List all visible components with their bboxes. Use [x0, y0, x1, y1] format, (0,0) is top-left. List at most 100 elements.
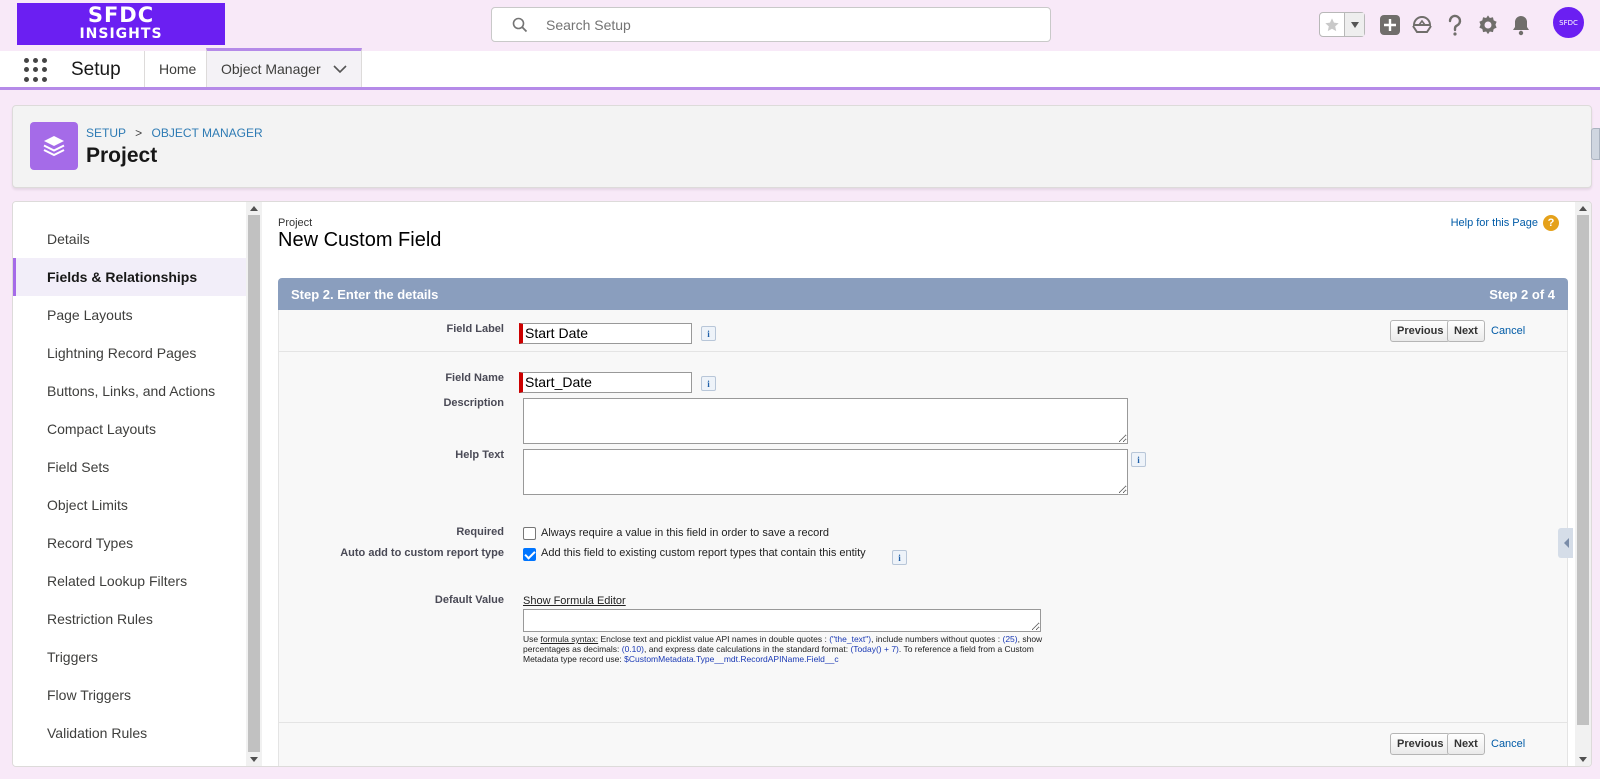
search-box[interactable] [491, 7, 1051, 42]
breadcrumb-separator: > [135, 126, 143, 140]
sidebar-item-lightning-record-pages[interactable]: Lightning Record Pages [13, 334, 246, 372]
bottom-button-row: Previous Next Cancel [279, 722, 1567, 766]
help-for-page-link[interactable]: Help for this Page ? [1451, 215, 1559, 231]
hint-example: ("the_text") [829, 634, 872, 644]
favorites-dropdown-icon[interactable] [1345, 13, 1364, 36]
previous-button[interactable]: Previous [1390, 320, 1451, 342]
setup-gear-icon[interactable] [1476, 13, 1500, 37]
tab-home-label: Home [159, 61, 197, 77]
hint-example: $CustomMetadata.Type__mdt.RecordAPIName.… [624, 654, 839, 664]
field-name-input[interactable]: Start_Date [519, 372, 692, 393]
logo-line-2: INSIGHTS [79, 26, 163, 42]
tab-home[interactable]: Home [144, 51, 210, 87]
sidebar-item-label: Record Types [47, 535, 134, 551]
hint-example: (Today() + 7) [850, 644, 899, 654]
sidebar-item-object-limits[interactable]: Object Limits [13, 486, 246, 524]
chevron-down-icon[interactable] [333, 61, 347, 77]
scroll-up-arrow-icon[interactable] [250, 206, 258, 211]
hint-example: (25) [1002, 634, 1018, 644]
breadcrumb: SETUP > OBJECT MANAGER [86, 126, 263, 140]
hint-text: , include numbers without quotes : [871, 634, 1003, 644]
search-icon [512, 17, 528, 38]
sidebar-item-related-lookup-filters[interactable]: Related Lookup Filters [13, 562, 246, 600]
sidebar-item-label: Restriction Rules [47, 611, 153, 627]
sidebar-item-fields-relationships[interactable]: Fields & Relationships [13, 258, 246, 296]
required-checkbox-text: Always require a value in this field in … [541, 527, 829, 539]
scrollbar-thumb[interactable] [1577, 215, 1589, 725]
next-button[interactable]: Next [1447, 320, 1485, 342]
breadcrumb-setup[interactable]: SETUP [86, 126, 126, 140]
description-textarea[interactable] [523, 398, 1128, 444]
scrollbar-thumb[interactable] [248, 215, 260, 752]
field-label-info-icon[interactable]: i [701, 326, 716, 341]
scroll-down-arrow-icon[interactable] [250, 757, 258, 762]
global-header: SFDC INSIGHTS SFDC [0, 0, 1600, 51]
show-formula-editor-link[interactable]: Show Formula Editor [523, 595, 626, 607]
scroll-up-arrow-icon[interactable] [1579, 206, 1587, 211]
content-frame: Project New Custom Field Help for this P… [263, 202, 1575, 766]
help-text-textarea[interactable] [523, 449, 1128, 495]
sidebar-item-flow-triggers[interactable]: Flow Triggers [13, 676, 246, 714]
required-checkbox[interactable] [523, 527, 536, 540]
field-name-info-icon[interactable]: i [701, 376, 716, 391]
notifications-bell-icon[interactable] [1509, 13, 1533, 37]
object-title: Project [86, 144, 158, 167]
sidebar-item-label: Object Limits [47, 497, 128, 513]
previous-button-bottom[interactable]: Previous [1390, 733, 1451, 755]
next-button-bottom[interactable]: Next [1447, 733, 1485, 755]
sidebar-item-details[interactable]: Details [13, 220, 246, 258]
sidebar-item-validation-rules[interactable]: Validation Rules [13, 714, 246, 752]
sidebar-item-label: Lightning Record Pages [47, 345, 197, 361]
global-create-icon[interactable] [1378, 13, 1402, 37]
help-text-label: Help Text [455, 449, 504, 461]
hint-text: , and express date calculations in the s… [643, 644, 851, 654]
tab-object-manager[interactable]: Object Manager [206, 48, 362, 87]
cancel-link-bottom[interactable]: Cancel [1491, 738, 1525, 750]
side-panel-handle[interactable] [1591, 128, 1600, 160]
description-label: Description [443, 397, 504, 409]
breadcrumb-object-manager[interactable]: OBJECT MANAGER [152, 126, 263, 140]
sidebar-scrollbar[interactable] [246, 202, 262, 766]
field-label-input[interactable]: Start Date [519, 323, 692, 344]
scroll-down-arrow-icon[interactable] [1579, 757, 1587, 762]
sfdc-insights-logo[interactable]: SFDC INSIGHTS [17, 3, 225, 45]
help-icon[interactable] [1443, 13, 1467, 37]
layers-icon [30, 122, 78, 170]
hint-text: Use [523, 634, 541, 644]
page-title: New Custom Field [278, 229, 442, 251]
logo-line-1: SFDC [87, 3, 155, 27]
required-label: Required [456, 526, 504, 538]
object-header: SETUP > OBJECT MANAGER Project [12, 105, 1592, 188]
user-avatar[interactable]: SFDC [1551, 5, 1586, 40]
default-value-textarea[interactable] [523, 609, 1041, 632]
app-launcher-icon[interactable] [24, 58, 48, 82]
object-name-label: Project [278, 217, 313, 229]
sidebar-item-label: Page Layouts [47, 307, 133, 323]
sidebar-item-label: Flow Triggers [47, 687, 132, 703]
collapse-panel-tab[interactable] [1558, 528, 1573, 558]
help-text-info-icon[interactable]: i [1131, 452, 1146, 467]
cancel-link[interactable]: Cancel [1491, 325, 1525, 337]
sidebar-item-compact-layouts[interactable]: Compact Layouts [13, 410, 246, 448]
formula-syntax-link[interactable]: formula syntax: [540, 634, 598, 644]
default-value-label: Default Value [434, 594, 504, 606]
favorites-control[interactable] [1319, 12, 1365, 37]
content-scrollbar[interactable] [1575, 202, 1591, 766]
app-name: Setup [71, 59, 121, 80]
sidebar-item-record-types[interactable]: Record Types [13, 524, 246, 562]
sidebar-item-buttons-links-actions[interactable]: Buttons, Links, and Actions [13, 372, 246, 410]
main-panel: Details Fields & Relationships Page Layo… [12, 201, 1592, 767]
sidebar-item-page-layouts[interactable]: Page Layouts [13, 296, 246, 334]
sidebar-item-triggers[interactable]: Triggers [13, 638, 246, 676]
sidebar-item-label: Related Lookup Filters [47, 573, 188, 589]
sidebar-item-restriction-rules[interactable]: Restriction Rules [13, 600, 246, 638]
help-question-icon: ? [1543, 215, 1559, 231]
auto-add-report-type-checkbox[interactable] [523, 548, 536, 561]
search-input[interactable] [546, 8, 1026, 41]
help-link-label: Help for this Page [1450, 217, 1538, 229]
sidebar-item-label: Fields & Relationships [47, 269, 198, 285]
sidebar-item-field-sets[interactable]: Field Sets [13, 448, 246, 486]
auto-add-info-icon[interactable]: i [892, 550, 907, 565]
trailhead-icon[interactable] [1410, 13, 1434, 37]
favorite-star-icon[interactable] [1320, 13, 1345, 36]
